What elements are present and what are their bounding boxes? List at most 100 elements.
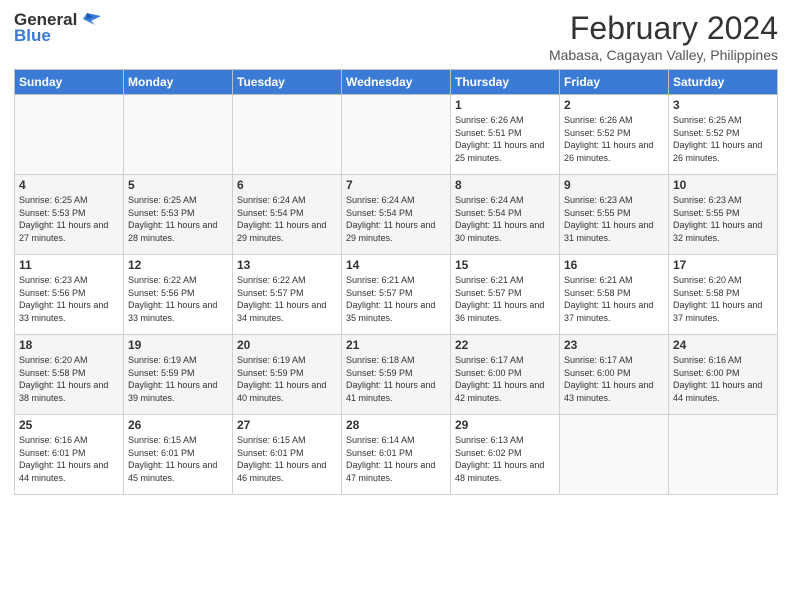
day-info: Sunrise: 6:23 AMSunset: 5:56 PMDaylight:… xyxy=(19,274,119,324)
day-number: 24 xyxy=(673,338,773,352)
table-row: 11Sunrise: 6:23 AMSunset: 5:56 PMDayligh… xyxy=(15,255,124,335)
day-info: Sunrise: 6:22 AMSunset: 5:56 PMDaylight:… xyxy=(128,274,228,324)
col-tuesday: Tuesday xyxy=(233,70,342,95)
table-row: 10Sunrise: 6:23 AMSunset: 5:55 PMDayligh… xyxy=(669,175,778,255)
day-number: 13 xyxy=(237,258,337,272)
logo: General Blue xyxy=(14,10,101,46)
day-info: Sunrise: 6:21 AMSunset: 5:57 PMDaylight:… xyxy=(346,274,446,324)
day-info: Sunrise: 6:23 AMSunset: 5:55 PMDaylight:… xyxy=(564,194,664,244)
day-info: Sunrise: 6:14 AMSunset: 6:01 PMDaylight:… xyxy=(346,434,446,484)
table-row: 2 Sunrise: 6:26 AMSunset: 5:52 PMDaylight… xyxy=(560,95,669,175)
day-number: 14 xyxy=(346,258,446,272)
day-number: 25 xyxy=(19,418,119,432)
day-number: 3 xyxy=(673,98,773,112)
calendar-week-row: 11Sunrise: 6:23 AMSunset: 5:56 PMDayligh… xyxy=(15,255,778,335)
table-row: 7 Sunrise: 6:24 AMSunset: 5:54 PMDaylight… xyxy=(342,175,451,255)
table-row: 15 Sunrise: 6:21 AMSunset: 5:57 PMDayligh… xyxy=(451,255,560,335)
day-info: Sunrise: 6:18 AMSunset: 5:59 PMDaylight:… xyxy=(346,354,446,404)
col-saturday: Saturday xyxy=(669,70,778,95)
day-number: 28 xyxy=(346,418,446,432)
day-info: Sunrise: 6:26 AMSunset: 5:52 PMDaylight:… xyxy=(564,114,664,164)
day-number: 15 xyxy=(455,258,555,272)
day-info: Sunrise: 6:15 AMSunset: 6:01 PMDaylight:… xyxy=(237,434,337,484)
table-row: 9 Sunrise: 6:23 AMSunset: 5:55 PMDaylight… xyxy=(560,175,669,255)
table-row: 29 Sunrise: 6:13 AMSunset: 6:02 PMDayligh… xyxy=(451,415,560,495)
day-number: 12 xyxy=(128,258,228,272)
day-info: Sunrise: 6:26 AMSunset: 5:51 PMDaylight:… xyxy=(455,114,555,164)
table-row xyxy=(342,95,451,175)
table-row: 17 Sunrise: 6:20 AMSunset: 5:58 PMDayligh… xyxy=(669,255,778,335)
logo-blue: Blue xyxy=(14,26,51,46)
table-row: 26 Sunrise: 6:15 AMSunset: 6:01 PMDayligh… xyxy=(124,415,233,495)
table-row xyxy=(15,95,124,175)
day-info: Sunrise: 6:15 AMSunset: 6:01 PMDaylight:… xyxy=(128,434,228,484)
day-number: 21 xyxy=(346,338,446,352)
day-info: Sunrise: 6:21 AMSunset: 5:58 PMDaylight:… xyxy=(564,274,664,324)
table-row: 5 Sunrise: 6:25 AMSunset: 5:53 PMDaylight… xyxy=(124,175,233,255)
day-number: 29 xyxy=(455,418,555,432)
day-number: 5 xyxy=(128,178,228,192)
calendar-week-row: 18 Sunrise: 6:20 AMSunset: 5:58 PMDayligh… xyxy=(15,335,778,415)
day-info: Sunrise: 6:20 AMSunset: 5:58 PMDaylight:… xyxy=(19,354,119,404)
table-row: 21 Sunrise: 6:18 AMSunset: 5:59 PMDayligh… xyxy=(342,335,451,415)
table-row: 23 Sunrise: 6:17 AMSunset: 6:00 PMDayligh… xyxy=(560,335,669,415)
table-row: 16 Sunrise: 6:21 AMSunset: 5:58 PMDayligh… xyxy=(560,255,669,335)
day-info: Sunrise: 6:24 AMSunset: 5:54 PMDaylight:… xyxy=(346,194,446,244)
day-number: 8 xyxy=(455,178,555,192)
day-number: 16 xyxy=(564,258,664,272)
day-number: 23 xyxy=(564,338,664,352)
day-number: 27 xyxy=(237,418,337,432)
day-number: 6 xyxy=(237,178,337,192)
day-info: Sunrise: 6:19 AMSunset: 5:59 PMDaylight:… xyxy=(128,354,228,404)
col-thursday: Thursday xyxy=(451,70,560,95)
day-info: Sunrise: 6:17 AMSunset: 6:00 PMDaylight:… xyxy=(564,354,664,404)
col-wednesday: Wednesday xyxy=(342,70,451,95)
day-info: Sunrise: 6:21 AMSunset: 5:57 PMDaylight:… xyxy=(455,274,555,324)
table-row: 8 Sunrise: 6:24 AMSunset: 5:54 PMDaylight… xyxy=(451,175,560,255)
table-row: 24 Sunrise: 6:16 AMSunset: 6:00 PMDayligh… xyxy=(669,335,778,415)
table-row: 18 Sunrise: 6:20 AMSunset: 5:58 PMDayligh… xyxy=(15,335,124,415)
day-info: Sunrise: 6:17 AMSunset: 6:00 PMDaylight:… xyxy=(455,354,555,404)
table-row: 13 Sunrise: 6:22 AMSunset: 5:57 PMDayligh… xyxy=(233,255,342,335)
table-row: 28 Sunrise: 6:14 AMSunset: 6:01 PMDayligh… xyxy=(342,415,451,495)
col-friday: Friday xyxy=(560,70,669,95)
day-number: 18 xyxy=(19,338,119,352)
day-number: 4 xyxy=(19,178,119,192)
day-info: Sunrise: 6:25 AMSunset: 5:52 PMDaylight:… xyxy=(673,114,773,164)
table-row: 22 Sunrise: 6:17 AMSunset: 6:00 PMDayligh… xyxy=(451,335,560,415)
day-info: Sunrise: 6:13 AMSunset: 6:02 PMDaylight:… xyxy=(455,434,555,484)
table-row: 6 Sunrise: 6:24 AMSunset: 5:54 PMDaylight… xyxy=(233,175,342,255)
day-info: Sunrise: 6:16 AMSunset: 6:00 PMDaylight:… xyxy=(673,354,773,404)
day-number: 26 xyxy=(128,418,228,432)
title-area: February 2024 Mabasa, Cagayan Valley, Ph… xyxy=(549,10,778,63)
day-number: 9 xyxy=(564,178,664,192)
day-number: 19 xyxy=(128,338,228,352)
day-number: 2 xyxy=(564,98,664,112)
day-number: 17 xyxy=(673,258,773,272)
table-row: 12 Sunrise: 6:22 AMSunset: 5:56 PMDayligh… xyxy=(124,255,233,335)
day-number: 7 xyxy=(346,178,446,192)
calendar-week-row: 1 Sunrise: 6:26 AMSunset: 5:51 PMDaylight… xyxy=(15,95,778,175)
location-subtitle: Mabasa, Cagayan Valley, Philippines xyxy=(549,47,778,63)
col-monday: Monday xyxy=(124,70,233,95)
calendar-header-row: Sunday Monday Tuesday Wednesday Thursday… xyxy=(15,70,778,95)
day-number: 22 xyxy=(455,338,555,352)
day-info: Sunrise: 6:24 AMSunset: 5:54 PMDaylight:… xyxy=(237,194,337,244)
day-number: 1 xyxy=(455,98,555,112)
table-row xyxy=(669,415,778,495)
calendar-week-row: 4 Sunrise: 6:25 AMSunset: 5:53 PMDaylight… xyxy=(15,175,778,255)
day-info: Sunrise: 6:25 AMSunset: 5:53 PMDaylight:… xyxy=(19,194,119,244)
table-row: 3 Sunrise: 6:25 AMSunset: 5:52 PMDaylight… xyxy=(669,95,778,175)
day-info: Sunrise: 6:25 AMSunset: 5:53 PMDaylight:… xyxy=(128,194,228,244)
calendar-week-row: 25Sunrise: 6:16 AMSunset: 6:01 PMDayligh… xyxy=(15,415,778,495)
day-info: Sunrise: 6:22 AMSunset: 5:57 PMDaylight:… xyxy=(237,274,337,324)
calendar-table: Sunday Monday Tuesday Wednesday Thursday… xyxy=(14,69,778,495)
day-number: 20 xyxy=(237,338,337,352)
day-info: Sunrise: 6:20 AMSunset: 5:58 PMDaylight:… xyxy=(673,274,773,324)
col-sunday: Sunday xyxy=(15,70,124,95)
table-row xyxy=(560,415,669,495)
day-info: Sunrise: 6:23 AMSunset: 5:55 PMDaylight:… xyxy=(673,194,773,244)
table-row: 1 Sunrise: 6:26 AMSunset: 5:51 PMDaylight… xyxy=(451,95,560,175)
day-info: Sunrise: 6:24 AMSunset: 5:54 PMDaylight:… xyxy=(455,194,555,244)
month-title: February 2024 xyxy=(549,10,778,47)
